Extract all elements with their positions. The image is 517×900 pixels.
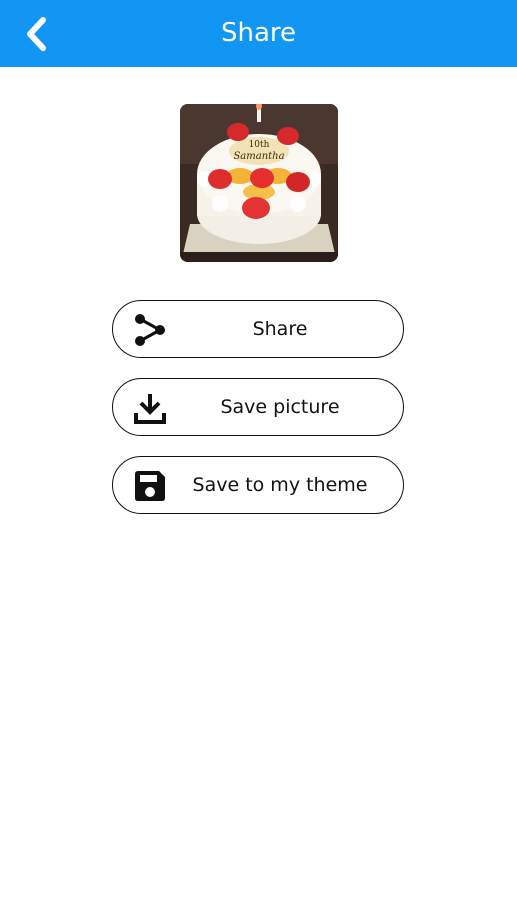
share-content: 10th Samantha Share Save picture Save to… bbox=[0, 67, 517, 900]
save-to-theme-button[interactable]: Save to my theme bbox=[112, 456, 404, 514]
chevron-left-icon bbox=[27, 17, 46, 51]
share-icon bbox=[133, 313, 167, 347]
cake-plaque-number: 10th bbox=[249, 140, 270, 150]
save-picture-button[interactable]: Save picture bbox=[112, 378, 404, 436]
app-bar: Share bbox=[0, 0, 517, 67]
share-button-label: Share bbox=[252, 318, 308, 340]
save-disk-icon bbox=[133, 469, 167, 503]
save-to-theme-button-label: Save to my theme bbox=[192, 474, 368, 496]
cake-preview-image: 10th Samantha bbox=[180, 104, 338, 262]
share-button[interactable]: Share bbox=[112, 300, 404, 358]
save-picture-button-label: Save picture bbox=[220, 396, 340, 418]
page-title: Share bbox=[220, 18, 297, 48]
back-button[interactable] bbox=[14, 12, 58, 56]
download-icon bbox=[133, 391, 167, 425]
cake-plaque-name: Samantha bbox=[233, 151, 284, 162]
